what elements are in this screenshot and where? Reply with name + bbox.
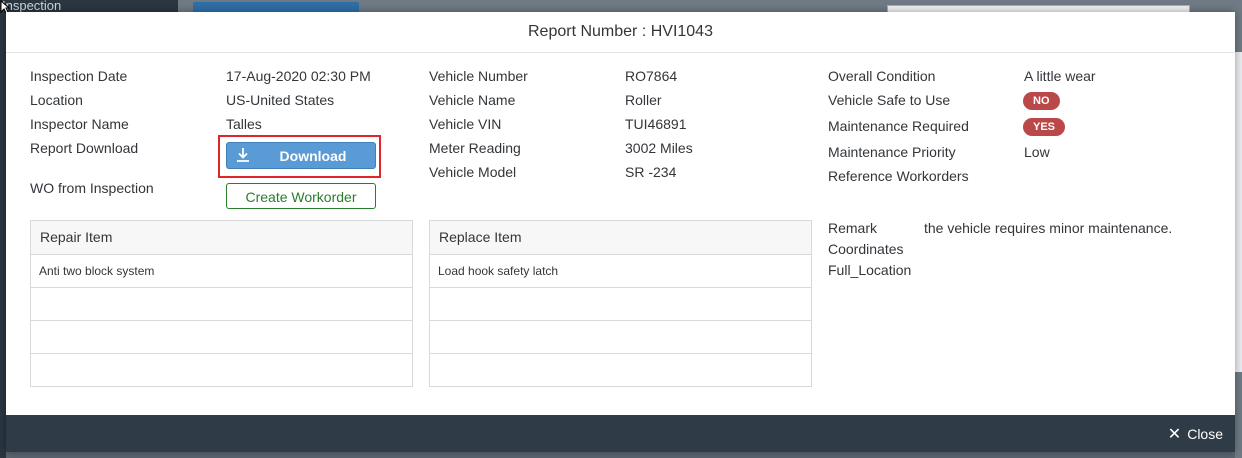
table-row[interactable]: Anti two block system [31,255,412,288]
overall-condition-value: A little wear [1024,68,1096,84]
vehicle-vin-label: Vehicle VIN [429,116,502,132]
background-sidebar-title: Inspection [0,0,178,12]
meter-reading-label: Meter Reading [429,140,521,156]
remark-label: Remark [828,220,878,236]
vehicle-model-value: SR -234 [625,164,677,180]
vehicle-safe-label: Vehicle Safe to Use [828,92,951,108]
maintenance-priority-label: Maintenance Priority [828,144,956,160]
vehicle-vin-value: TUI46891 [625,116,687,132]
dialog-footer: ✕ Close [6,415,1235,452]
coordinates-label: Coordinates [828,241,904,257]
background-content-strip [1235,52,1242,372]
maintenance-required-label: Maintenance Required [828,118,969,134]
vehicle-number-value: RO7864 [625,68,678,84]
remark-value: the vehicle requires minor maintenance. [924,220,1173,236]
table-row[interactable] [31,354,412,386]
inspection-date-label: Inspection Date [30,68,128,84]
download-button[interactable]: Download [226,142,376,169]
dialog-title: Report Number : HVI1043 [6,12,1235,53]
vehicle-number-label: Vehicle Number [429,68,528,84]
table-row[interactable] [31,288,412,321]
close-button[interactable]: ✕ Close [1168,424,1223,444]
table-row[interactable] [31,321,412,354]
replace-item-table: Replace Item Load hook safety latch [429,220,812,387]
inspector-name-value: Talles [226,116,262,132]
replace-item-header: Replace Item [430,221,811,255]
table-row[interactable] [430,288,811,321]
table-row[interactable] [430,354,811,386]
download-button-label: Download [279,148,347,164]
background-footer-strip [6,452,1235,458]
create-workorder-button[interactable]: Create Workorder [226,183,376,209]
repair-item-table: Repair Item Anti two block system [30,220,413,387]
inspector-name-label: Inspector Name [30,116,129,132]
inspection-date-value: 17-Aug-2020 02:30 PM [226,68,371,84]
vehicle-safe-badge: NO [1023,92,1060,110]
location-label: Location [30,92,83,108]
maintenance-priority-value: Low [1024,144,1050,160]
wo-from-inspection-label: WO from Inspection [30,180,154,196]
maintenance-required-badge: YES [1023,118,1066,136]
location-value: US-United States [226,92,335,108]
table-row[interactable]: Load hook safety latch [430,255,811,288]
report-download-label: Report Download [30,140,139,156]
close-button-label: Close [1187,426,1223,442]
close-icon: ✕ [1167,426,1182,443]
full-location-label: Full_Location [828,262,912,278]
reference-workorders-label: Reference Workorders [828,168,969,184]
vehicle-model-label: Vehicle Model [429,164,517,180]
table-row[interactable] [430,321,811,354]
vehicle-name-value: Roller [625,92,662,108]
inspection-report-dialog: Report Number : HVI1043 Inspection Date … [6,12,1235,452]
repair-item-header: Repair Item [31,221,412,255]
overall-condition-label: Overall Condition [828,68,936,84]
vehicle-name-label: Vehicle Name [429,92,516,108]
meter-reading-value: 3002 Miles [625,140,693,156]
